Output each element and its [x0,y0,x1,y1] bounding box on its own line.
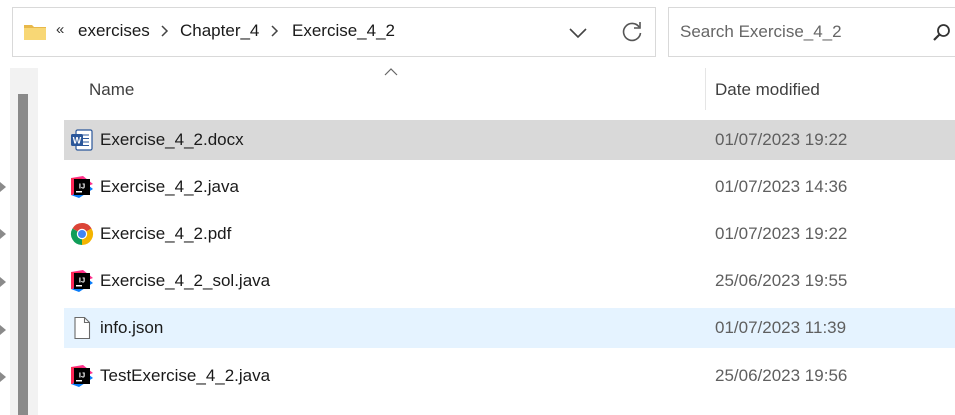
column-divider[interactable] [705,68,706,110]
file-name[interactable]: Exercise_4_2.docx [100,130,244,150]
file-row[interactable]: IJ TestExercise_4_2.java 25/06/2023 19:5… [64,356,955,396]
expand-arrow-icon[interactable] [0,277,8,287]
navigation-scrollbar[interactable] [10,68,38,415]
file-row[interactable]: W Exercise_4_2.docx 01/07/2023 19:22 [64,120,955,160]
expand-arrow-icon[interactable] [0,325,8,335]
file-date: 01/07/2023 19:22 [715,224,848,243]
file-row[interactable]: info.json 01/07/2023 11:39 [64,308,955,348]
expand-arrow-icon[interactable] [0,182,8,192]
history-dropdown-icon[interactable] [566,23,590,43]
blank-file-icon [74,316,91,340]
expand-arrow-icon[interactable] [0,372,8,382]
file-row[interactable]: Exercise_4_2.pdf 01/07/2023 19:22 [64,214,955,254]
column-header-name[interactable]: Name [89,80,134,100]
file-date: 01/07/2023 11:39 [715,318,847,337]
refresh-icon[interactable] [619,19,645,45]
scrollbar-thumb[interactable] [18,94,28,415]
search-icon[interactable] [932,23,952,43]
chrome-icon [70,223,94,245]
navigation-pane-edge [0,70,10,415]
search-input[interactable]: Search Exercise_4_2 [668,7,955,57]
word-doc-icon: W [71,129,93,151]
file-date: 25/06/2023 19:56 [715,366,848,385]
file-name[interactable]: TestExercise_4_2.java [100,366,270,386]
file-name[interactable]: Exercise_4_2_sol.java [100,271,270,291]
file-date: 01/07/2023 14:36 [715,177,848,196]
file-date: 01/07/2023 19:22 [715,130,848,149]
breadcrumb-separator-icon[interactable] [159,25,169,37]
address-bar[interactable]: « exercises Chapter_4 Exercise_4_2 [12,7,656,57]
file-name[interactable]: Exercise_4_2.pdf [100,224,231,244]
file-row[interactable]: IJ Exercise_4_2_sol.java 25/06/2023 19:5… [64,261,955,301]
breadcrumb-exercise-4-2[interactable]: Exercise_4_2 [292,21,395,41]
expand-arrow-icon[interactable] [0,229,8,239]
intellij-icon: IJ [71,176,93,198]
column-header-date-modified[interactable]: Date modified [715,80,820,100]
breadcrumb-overflow[interactable]: « [56,21,64,38]
svg-text:IJ: IJ [79,276,85,285]
search-placeholder: Search Exercise_4_2 [680,22,842,41]
breadcrumb-exercises[interactable]: exercises [78,21,150,41]
file-name[interactable]: Exercise_4_2.java [100,177,239,197]
sort-ascending-icon [384,68,398,76]
breadcrumb-separator-icon[interactable] [269,25,279,37]
svg-text:IJ: IJ [79,371,85,380]
breadcrumb-chapter-4[interactable]: Chapter_4 [180,21,259,41]
folder-icon [24,25,46,40]
intellij-icon: IJ [71,270,93,292]
file-date: 25/06/2023 19:55 [715,271,848,290]
intellij-icon: IJ [71,365,93,387]
file-name[interactable]: info.json [100,318,163,338]
svg-text:W: W [73,136,82,146]
svg-text:IJ: IJ [79,182,85,191]
file-row[interactable]: IJ Exercise_4_2.java 01/07/2023 14:36 [64,167,955,207]
